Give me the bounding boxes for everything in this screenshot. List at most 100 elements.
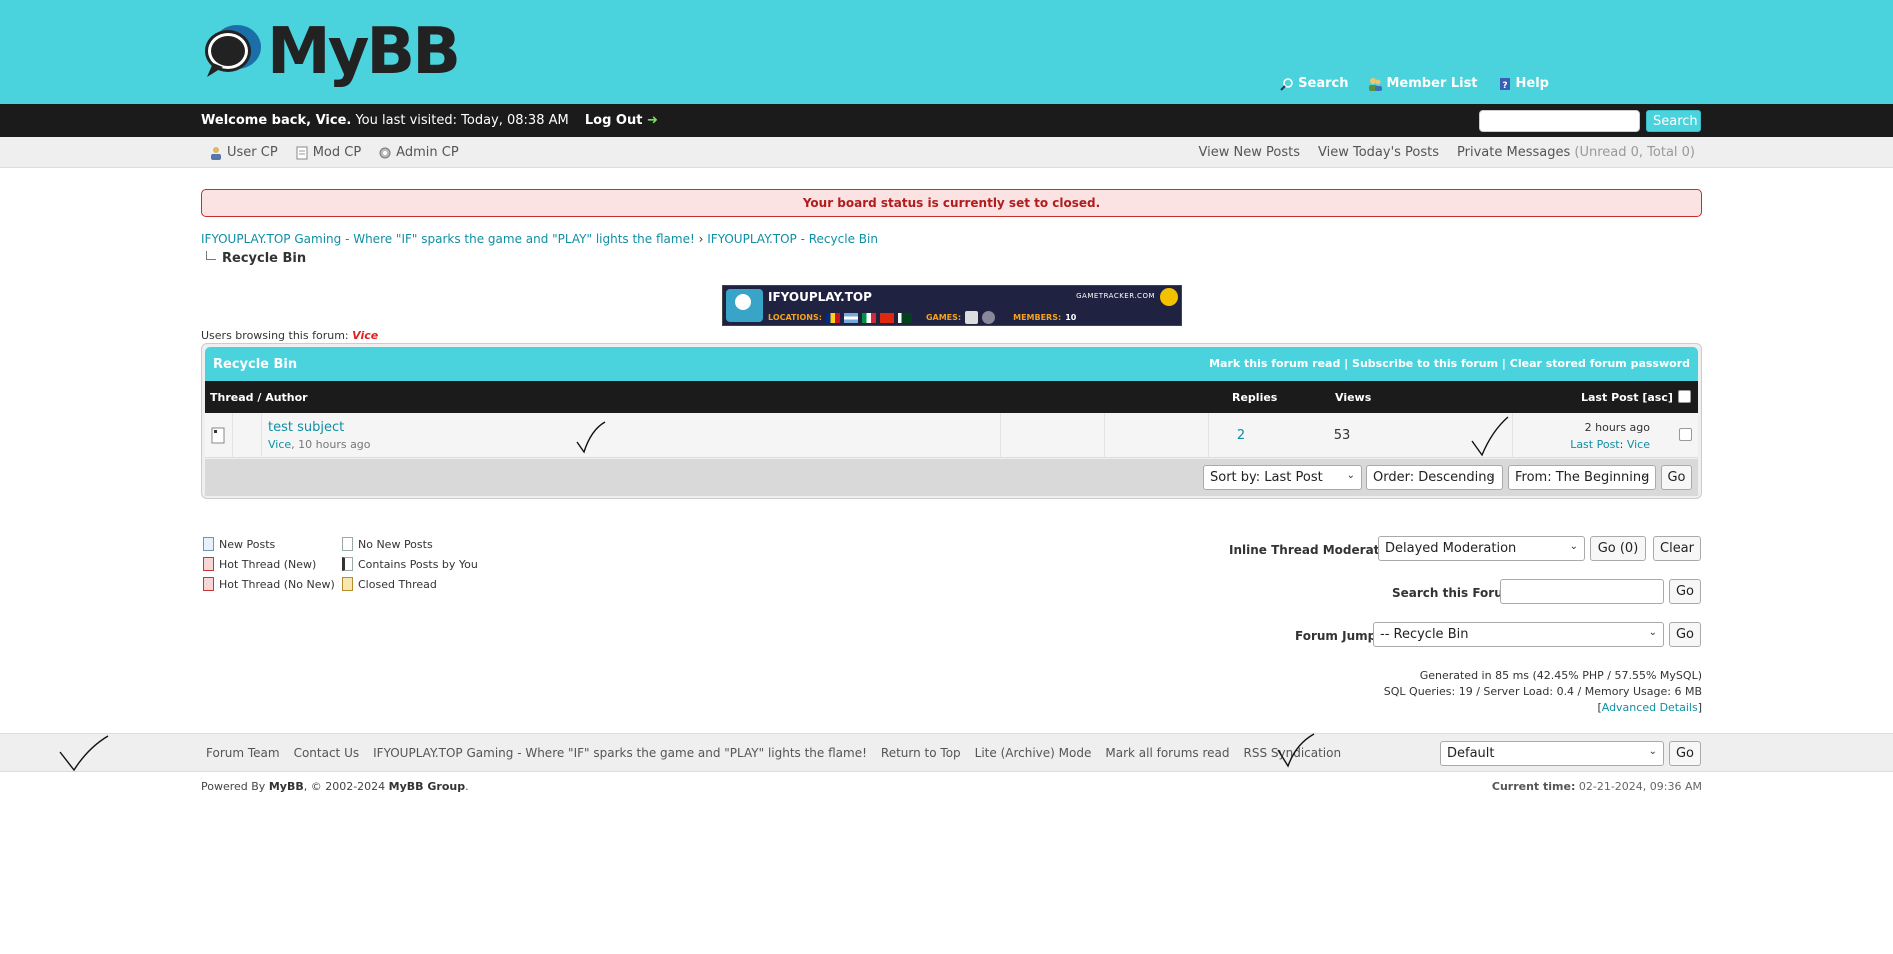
- logout-link[interactable]: Log Out ➜: [585, 113, 658, 128]
- mark-forum-read-link[interactable]: Mark this forum read: [1209, 357, 1340, 370]
- current-time: Current time: 02-21-2024, 09:36 AM: [1491, 780, 1702, 793]
- col-views[interactable]: Views: [1335, 391, 1371, 404]
- footer-contact-link[interactable]: Contact Us: [294, 746, 360, 760]
- thread-select-checkbox[interactable]: [1679, 428, 1692, 441]
- forum-jump-go-button[interactable]: Go: [1669, 622, 1701, 647]
- flag-icon: [843, 312, 858, 323]
- footer-return-top-link[interactable]: Return to Top: [881, 746, 961, 760]
- gametracker-logo-icon: [1160, 288, 1178, 306]
- browsing-user[interactable]: Vice: [352, 329, 378, 342]
- view-todays-posts-link[interactable]: View Today's Posts: [1318, 145, 1439, 160]
- users-browsing: Users browsing this forum: Vice: [201, 329, 379, 342]
- user-icon: [211, 146, 221, 160]
- flag-icon: [897, 312, 912, 323]
- col-last-post[interactable]: Last Post [asc]: [1581, 391, 1673, 404]
- mybb-link[interactable]: MyBB: [269, 780, 304, 793]
- game-icon: [965, 311, 979, 324]
- hot-thread-icon: [203, 577, 214, 591]
- inline-moderation-select[interactable]: Delayed Moderation ⌄: [1378, 536, 1585, 561]
- thread-list: Recycle Bin Mark this forum read | Subsc…: [201, 343, 1702, 499]
- breadcrumb-parent[interactable]: IFYOUPLAY.TOP - Recycle Bin: [707, 232, 878, 246]
- top-links: Search Member List ? Help: [1280, 76, 1549, 91]
- copyright: Powered By MyBB, © 2002-2024 MyBB Group.: [201, 780, 469, 793]
- panel-links: User CP Mod CP Admin CP View New Posts V…: [0, 137, 1893, 168]
- flag-icon: [861, 312, 876, 323]
- hot-thread-new-icon: [203, 557, 214, 571]
- contains-posts-icon: [342, 557, 353, 571]
- last-visit-text: You last visited: Today, 08:38 AM: [355, 113, 569, 128]
- advanced-details-link[interactable]: Advanced Details: [1602, 701, 1698, 714]
- private-messages-link[interactable]: Private Messages (Unread 0, Total 0): [1457, 145, 1695, 160]
- sort-go-button[interactable]: Go: [1661, 465, 1692, 490]
- forum-jump-label: Forum Jump:: [1295, 629, 1381, 643]
- subscribe-forum-link[interactable]: Subscribe to this forum: [1352, 357, 1498, 370]
- moderation-go-button[interactable]: Go (0): [1590, 536, 1646, 561]
- footer-forum-team-link[interactable]: Forum Team: [206, 746, 280, 760]
- search-link[interactable]: Search: [1280, 76, 1348, 91]
- thread-author-link[interactable]: Vice: [268, 438, 291, 451]
- footer-mark-read-link[interactable]: Mark all forums read: [1105, 746, 1229, 760]
- no-new-posts-icon: [342, 537, 353, 551]
- breadcrumb-root[interactable]: IFYOUPLAY.TOP Gaming - Where "IF" sparks…: [201, 232, 695, 246]
- col-replies[interactable]: Replies: [1232, 391, 1277, 404]
- user-cp-link[interactable]: User CP: [209, 145, 278, 160]
- legend-hot-new: Hot Thread (New): [203, 557, 316, 571]
- legend-no-new-posts: No New Posts: [342, 537, 433, 551]
- member-list-link[interactable]: Member List: [1368, 76, 1478, 91]
- forum-search-go-button[interactable]: Go: [1669, 579, 1701, 604]
- magnifier-icon: [1280, 77, 1293, 91]
- last-post-user[interactable]: Vice: [1627, 438, 1650, 451]
- flag-icon: [825, 312, 840, 323]
- mybb-group-link[interactable]: MyBB Group: [389, 780, 465, 793]
- forum-header: Recycle Bin Mark this forum read | Subsc…: [205, 347, 1698, 381]
- game-icon: [982, 311, 996, 324]
- select-all-checkbox[interactable]: [1678, 390, 1691, 403]
- thread-subject-link[interactable]: test subject: [268, 420, 344, 435]
- thread-replies[interactable]: 2: [1216, 428, 1266, 443]
- theme-select[interactable]: Default ⌄: [1440, 741, 1664, 766]
- footer-home-link[interactable]: IFYOUPLAY.TOP Gaming - Where "IF" sparks…: [373, 746, 867, 760]
- footer-lite-mode-link[interactable]: Lite (Archive) Mode: [975, 746, 1092, 760]
- last-post-time: 2 hours ago: [1584, 421, 1650, 434]
- order-select[interactable]: Order: Descending ⌄: [1366, 465, 1503, 490]
- flag-icon: [879, 312, 894, 323]
- members-icon: [1369, 77, 1383, 91]
- col-thread-author[interactable]: Thread / Author: [210, 391, 308, 404]
- help-link[interactable]: ? Help: [1498, 76, 1549, 91]
- lock-icon: [342, 577, 353, 591]
- mybb-logo[interactable]: MyBB: [201, 15, 461, 89]
- gear-icon: [379, 147, 391, 158]
- admin-cp-link[interactable]: Admin CP: [378, 145, 459, 160]
- thread-views: 53: [1333, 428, 1351, 443]
- board-closed-alert: Your board status is currently set to cl…: [201, 189, 1702, 217]
- clear-forum-password-link[interactable]: Clear stored forum password: [1510, 357, 1690, 370]
- from-select[interactable]: From: The Beginning ⌄: [1508, 465, 1656, 490]
- sort-by-select[interactable]: Sort by: Last Post ⌄: [1203, 465, 1362, 490]
- help-book-icon: ?: [1499, 77, 1510, 91]
- logo-wordmark: MyBB: [267, 15, 461, 89]
- view-new-posts-link[interactable]: View New Posts: [1199, 145, 1300, 160]
- top-search-input[interactable]: [1479, 110, 1640, 132]
- table-row: test subject Vice, 10 hours ago 2 53 2 h…: [205, 413, 1698, 458]
- last-post-link[interactable]: Last Post: [1570, 438, 1619, 451]
- forum-jump-select[interactable]: -- Recycle Bin ⌄: [1373, 622, 1664, 647]
- notepad-icon: [296, 146, 308, 159]
- svg-text:?: ?: [1502, 81, 1507, 91]
- gametracker-brand: GAMETRACKER.COM: [1076, 292, 1155, 300]
- top-search-button[interactable]: Search: [1646, 110, 1701, 132]
- forum-search-input[interactable]: [1500, 579, 1664, 604]
- mod-cp-link[interactable]: Mod CP: [295, 145, 361, 160]
- sort-bar: Sort by: Last Post ⌄ Order: Descending ⌄ F…: [205, 459, 1698, 496]
- new-posts-icon: [203, 537, 214, 551]
- server-logo: [726, 289, 763, 322]
- forum-title: Recycle Bin: [213, 357, 298, 372]
- thread-columns: Thread / Author Replies Views Last Post …: [205, 381, 1698, 413]
- footer-rss-link[interactable]: RSS Syndication: [1243, 746, 1341, 760]
- arrow-right-icon: ➜: [646, 113, 658, 128]
- footer-bar: Forum Team Contact Us IFYOUPLAY.TOP Gami…: [0, 733, 1893, 772]
- speech-bubbles-icon: [201, 21, 263, 83]
- theme-go-button[interactable]: Go: [1669, 741, 1701, 766]
- moderation-clear-button[interactable]: Clear: [1653, 536, 1701, 561]
- gametracker-banner[interactable]: IFYOUPLAY.TOP GAMETRACKER.COM LOCATIONS:…: [722, 285, 1182, 326]
- debug-info: Generated in 85 ms (42.45% PHP / 57.55% …: [1383, 669, 1702, 714]
